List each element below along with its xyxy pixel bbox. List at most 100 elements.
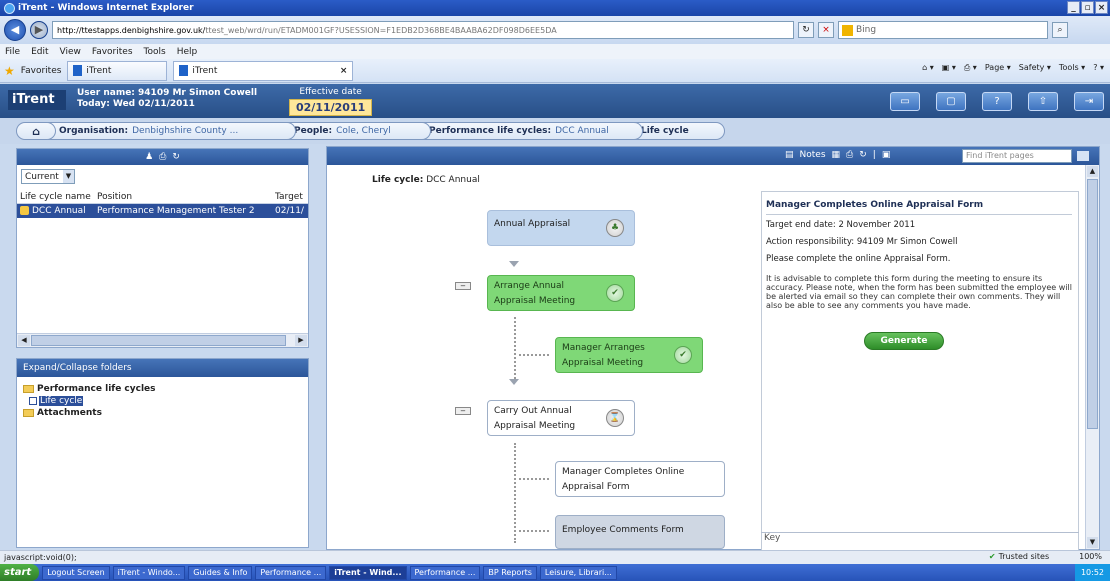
taskbar-item[interactable]: Leisure, Librari...	[539, 565, 617, 580]
print-icon[interactable]: ⎙	[846, 150, 853, 160]
security-zone[interactable]: ✔ Trusted sites	[989, 552, 1049, 561]
expand-collapse-folders[interactable]: Expand/Collapse folders	[17, 359, 308, 377]
pending-icon: ⌛	[606, 409, 624, 427]
vertical-scrollbar[interactable]: ▲ ▼	[1085, 165, 1099, 549]
close-tab-icon[interactable]: ×	[340, 66, 348, 76]
print-icon[interactable]: ⎙ ▾	[964, 63, 977, 73]
tools-menu[interactable]: Tools ▾	[1059, 63, 1085, 73]
crumb-org-value: Denbighshire County ...	[132, 126, 239, 136]
col-target[interactable]: Target	[275, 192, 308, 202]
crumb-people[interactable]: People: Cole, Cheryl	[283, 122, 431, 140]
taskbar-item[interactable]: Performance ...	[409, 565, 481, 580]
help-icon[interactable]: ?	[982, 92, 1012, 111]
help-icon[interactable]: ? ▾	[1093, 63, 1104, 73]
tab-itrent-1[interactable]: iTrent	[67, 60, 168, 81]
collapse-icon[interactable]: −	[455, 282, 471, 290]
tree-item-lifecycle[interactable]: Life cycle	[23, 395, 308, 407]
taskbar-item[interactable]: Performance ...	[255, 565, 327, 580]
node-annual-appraisal[interactable]: Annual Appraisal ♣	[487, 210, 635, 246]
status-bar: javascript:void(0); ✔ Trusted sites 100%	[0, 550, 1110, 564]
home-icon[interactable]: ⌂ ▾	[922, 63, 934, 73]
refresh-icon[interactable]: ↻	[859, 150, 867, 160]
system-clock[interactable]: 10:52	[1074, 564, 1110, 581]
header-toolbar: ▭ ▢ ? ⇧ ⇥	[890, 92, 1104, 111]
exit-icon[interactable]: ⇥	[1074, 92, 1104, 111]
notes-button[interactable]: Notes	[800, 150, 826, 160]
node-manager-arranges[interactable]: Manager Arranges Appraisal Meeting ✔	[555, 337, 703, 373]
address-bar: ◀ ▶ http://ttestapps.denbighshire.gov.uk…	[0, 16, 1110, 44]
menu-help[interactable]: Help	[177, 47, 198, 57]
crumb-lifecycle[interactable]: Life cycle	[630, 122, 725, 140]
crumb-home[interactable]: ⌂	[16, 122, 56, 140]
refresh-button[interactable]: ↻	[798, 22, 814, 38]
node-employee-comments[interactable]: Employee Comments Form	[555, 515, 725, 549]
taskbar-item[interactable]: Guides & Info	[188, 565, 253, 580]
menu-tools[interactable]: Tools	[144, 47, 166, 57]
col-lifecycle-name[interactable]: Life cycle name	[17, 192, 97, 202]
scroll-right-icon[interactable]: ▶	[295, 335, 307, 346]
page-menu[interactable]: Page ▾	[985, 63, 1011, 73]
restore-button[interactable]: ▫	[1081, 1, 1094, 14]
favorites-button[interactable]: Favorites	[21, 66, 62, 76]
scroll-up-icon[interactable]: ▲	[1087, 166, 1098, 177]
crumb-organisation[interactable]: Organisation: Denbighshire County ...	[48, 122, 296, 140]
save-icon[interactable]: ▣	[882, 150, 891, 160]
table-row[interactable]: DCC Annual Performance Management Tester…	[17, 204, 308, 218]
menu-edit[interactable]: Edit	[31, 47, 48, 57]
scroll-down-icon[interactable]: ▼	[1087, 537, 1098, 548]
detail-target-date: Target end date: 2 November 2011	[766, 220, 916, 230]
upload-icon[interactable]: ⇧	[1028, 92, 1058, 111]
chart-icon[interactable]: ▦	[832, 150, 841, 160]
find-go-icon[interactable]	[1077, 151, 1089, 161]
print-icon[interactable]: ⎙	[159, 152, 166, 162]
crumb-performance-cycles[interactable]: Performance life cycles: DCC Annual	[418, 122, 643, 140]
menu-view[interactable]: View	[60, 47, 81, 57]
taskbar-item[interactable]: Logout Screen	[42, 565, 110, 580]
col-position[interactable]: Position	[97, 192, 275, 202]
taskbar-item[interactable]: iTrent - Windo...	[112, 565, 186, 580]
search-text: Bing	[856, 25, 877, 35]
safety-menu[interactable]: Safety ▾	[1019, 63, 1051, 73]
forward-button[interactable]: ▶	[30, 21, 48, 39]
zoom-level[interactable]: 100%	[1079, 552, 1102, 561]
favorites-bar: ★ Favorites iTrent iTrent × ⌂ ▾ ▣ ▾ ⎙ ▾ …	[0, 59, 1110, 83]
detail-responsibility: Action responsibility: 94109 Mr Simon Co…	[766, 237, 958, 247]
scroll-left-icon[interactable]: ◀	[18, 335, 30, 346]
refresh-icon[interactable]: ↻	[172, 152, 180, 162]
person-icon[interactable]: ♟	[145, 152, 153, 162]
user-name: User name: 94109 Mr Simon Cowell	[77, 88, 258, 98]
start-button[interactable]: start	[0, 564, 40, 581]
minimize-button[interactable]: _	[1067, 1, 1080, 14]
menu-file[interactable]: File	[5, 47, 20, 57]
menu-favorites[interactable]: Favorites	[92, 47, 133, 57]
node-carry-out-meeting[interactable]: Carry Out Annual Appraisal Meeting ⌛	[487, 400, 635, 436]
tree-item-attachments[interactable]: Attachments	[23, 407, 308, 419]
effective-date[interactable]: Effective date 02/11/2011	[289, 87, 373, 116]
node-manager-completes[interactable]: Manager Completes Online Appraisal Form	[555, 461, 725, 497]
favorites-star-icon[interactable]: ★	[4, 64, 15, 78]
close-button[interactable]: ×	[1095, 1, 1108, 14]
check-icon: ✔	[988, 552, 996, 561]
effective-date-value[interactable]: 02/11/2011	[289, 99, 373, 116]
back-button[interactable]: ◀	[4, 19, 26, 41]
scroll-thumb[interactable]	[1087, 179, 1098, 429]
tree-item-performance-cycles[interactable]: Performance life cycles	[23, 383, 308, 395]
horizontal-scrollbar[interactable]: ◀ ▶	[17, 333, 308, 347]
scroll-thumb[interactable]	[31, 335, 286, 346]
status-filter-select[interactable]: Current ▼	[21, 169, 75, 184]
node-arrange-meeting[interactable]: Arrange Annual Appraisal Meeting ✔	[487, 275, 635, 311]
tab-itrent-2[interactable]: iTrent ×	[173, 60, 354, 81]
url-input[interactable]: http://ttestapps.denbighshire.gov.uk/tte…	[52, 21, 794, 39]
home-screen-icon[interactable]: ▭	[890, 92, 920, 111]
feeds-icon[interactable]: ▣ ▾	[942, 63, 956, 73]
search-input[interactable]: Bing	[838, 21, 1048, 39]
window-icon[interactable]: ▢	[936, 92, 966, 111]
search-icon[interactable]: ⌕	[1052, 22, 1068, 38]
taskbar-item[interactable]: BP Reports	[483, 565, 537, 580]
taskbar-item-active[interactable]: iTrent - Wind...	[329, 565, 407, 580]
notes-icon[interactable]: ▤	[785, 150, 794, 160]
find-pages-input[interactable]: Find iTrent pages	[962, 149, 1072, 163]
generate-button[interactable]: Generate	[864, 332, 944, 350]
collapse-icon[interactable]: −	[455, 407, 471, 415]
stop-button[interactable]: ×	[818, 22, 834, 38]
